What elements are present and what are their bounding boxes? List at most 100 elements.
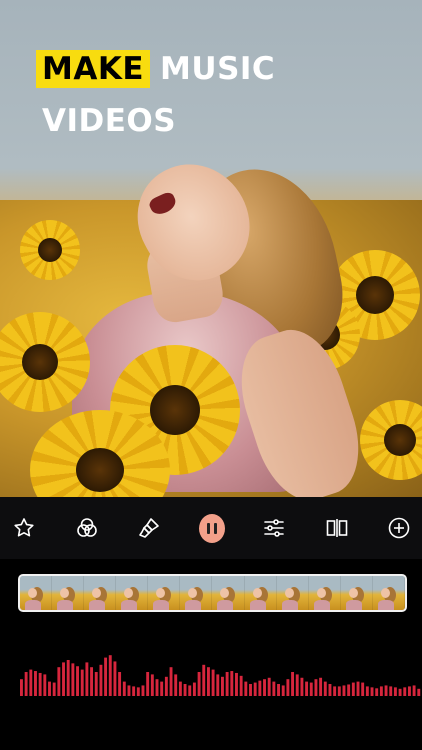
waveform-bar <box>188 685 192 696</box>
waveform-bar <box>80 669 84 696</box>
timeline-frame[interactable] <box>180 576 213 610</box>
adjust-sliders-icon[interactable] <box>261 515 287 541</box>
waveform-bar <box>104 657 108 696</box>
waveform-bar <box>286 679 290 696</box>
sunflower <box>20 220 80 280</box>
filters-icon[interactable] <box>74 515 100 541</box>
waveform-bar <box>160 681 164 696</box>
waveform-bar <box>305 681 309 696</box>
waveform-bar <box>141 685 145 696</box>
waveform-bar <box>164 676 168 696</box>
waveform-bar <box>244 681 248 696</box>
waveform-bar <box>403 687 407 696</box>
video-timeline[interactable] <box>18 574 407 612</box>
waveform-bar <box>90 667 94 696</box>
waveform-bar <box>398 688 402 696</box>
waveform-bar <box>384 685 388 696</box>
waveform-bar <box>24 672 28 696</box>
waveform-bar <box>249 684 252 696</box>
headline-line-1: MAKE MUSIC <box>36 49 396 89</box>
waveform-bar <box>66 660 70 696</box>
waveform-bar <box>417 688 421 696</box>
waveform-bar <box>375 688 379 696</box>
waveform-bar <box>113 661 117 696</box>
waveform-bar <box>300 677 304 696</box>
waveform-bar <box>239 675 243 696</box>
waveform-bar <box>379 686 383 696</box>
waveform-bar <box>99 664 103 696</box>
headline: MAKE MUSIC VIDEOS <box>36 49 396 153</box>
waveform-bar <box>216 674 220 696</box>
headline-highlight: MAKE <box>36 50 151 88</box>
waveform-bar <box>29 669 33 696</box>
timeline-frame[interactable] <box>212 576 245 610</box>
waveform-bar <box>328 684 332 696</box>
waveform-bar <box>295 674 299 696</box>
waveform-bar <box>393 687 397 696</box>
waveform-bar <box>20 679 23 696</box>
editor-toolbar <box>0 497 422 559</box>
waveform-bar <box>150 674 154 696</box>
waveform-bar <box>333 686 337 696</box>
waveform-bar <box>407 686 411 696</box>
timeline-frame[interactable] <box>84 576 117 610</box>
waveform-bar <box>122 681 126 696</box>
pause-button[interactable] <box>198 513 225 543</box>
waveform-bar <box>57 667 61 696</box>
brush-icon[interactable] <box>136 515 162 541</box>
timeline-frame[interactable] <box>116 576 149 610</box>
timeline-frame[interactable] <box>308 576 341 610</box>
waveform-bar <box>361 682 365 696</box>
waveform-bar <box>108 655 112 696</box>
waveform-bar <box>38 672 42 696</box>
timeline-frame[interactable] <box>340 576 373 610</box>
timeline-frame[interactable] <box>20 576 53 610</box>
waveform-bar <box>342 685 346 696</box>
timeline-frame[interactable] <box>372 576 405 610</box>
waveform-bar <box>132 686 136 696</box>
waveform-bar <box>314 679 318 696</box>
waveform-bar <box>174 674 178 696</box>
waveform-bar <box>277 684 280 696</box>
waveform-bar <box>62 662 65 696</box>
timeline-frame[interactable] <box>276 576 309 610</box>
waveform-bar <box>52 682 56 696</box>
audio-waveform[interactable] <box>20 648 422 696</box>
waveform-bar <box>347 684 351 696</box>
waveform-bar <box>323 681 327 696</box>
waveform-bar <box>356 681 360 696</box>
pause-icon <box>198 513 225 543</box>
waveform-bar <box>94 672 98 696</box>
headline-word: VIDEOS <box>42 103 177 139</box>
split-icon[interactable] <box>324 515 350 541</box>
waveform-bar <box>267 677 271 696</box>
waveform-bar <box>146 672 150 696</box>
waveform-bar <box>211 669 215 696</box>
waveform-bar <box>34 671 37 696</box>
waveform-bar <box>253 682 257 696</box>
waveform-bar <box>291 672 295 696</box>
waveform-bar <box>178 681 182 696</box>
waveform-bar <box>221 676 224 696</box>
waveform-bar <box>85 662 89 696</box>
waveform-bar <box>183 684 187 696</box>
waveform-bar <box>225 672 229 696</box>
waveform-bar <box>258 680 262 696</box>
headline-word: MUSIC <box>160 51 276 87</box>
waveform-bar <box>351 682 355 696</box>
waveform-bar <box>76 666 79 696</box>
waveform-bar <box>71 663 75 696</box>
waveform-bar <box>118 672 122 696</box>
waveform-bar <box>230 671 234 696</box>
waveform-bar <box>43 674 47 696</box>
timeline-frame[interactable] <box>148 576 181 610</box>
star-icon[interactable] <box>11 515 37 541</box>
add-icon[interactable] <box>386 515 412 541</box>
waveform-bar <box>309 682 313 696</box>
headline-line-2: VIDEOS <box>36 101 396 141</box>
waveform-bar <box>197 672 201 696</box>
waveform-bar <box>48 681 51 696</box>
timeline-frame[interactable] <box>52 576 85 610</box>
waveform-bar <box>412 685 416 696</box>
timeline-frame[interactable] <box>244 576 277 610</box>
